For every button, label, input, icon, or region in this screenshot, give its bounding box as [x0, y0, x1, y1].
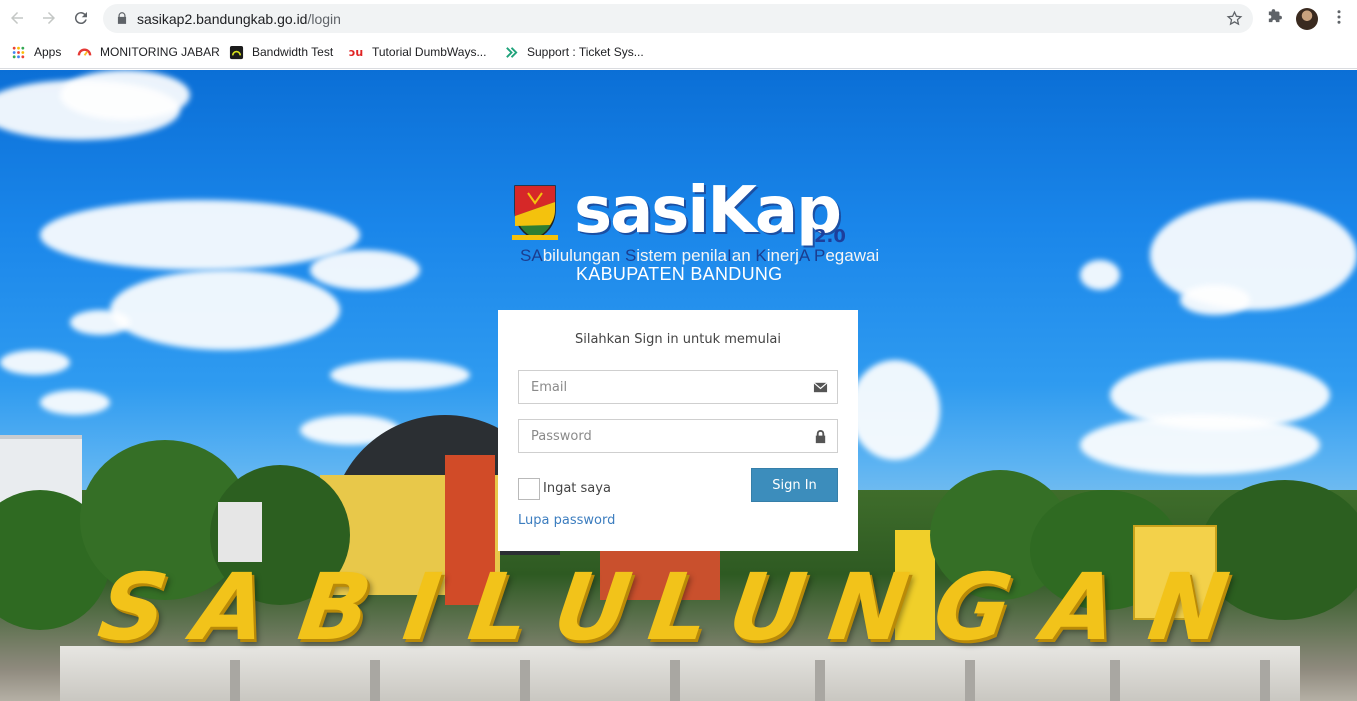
monument-letter: N: [822, 554, 915, 661]
fence-post: [815, 660, 825, 701]
monument-letter: U: [722, 554, 813, 661]
url-text: sasikap2.bandungkab.go.id/login: [137, 11, 341, 27]
menu-kebab-icon[interactable]: [1330, 8, 1348, 26]
login-page: S A B I L U L U N G A N sasiKap 2.0 SAbi…: [0, 70, 1357, 701]
speedtest-icon: [228, 44, 244, 60]
cloud: [110, 270, 340, 350]
kabupaten-crest-icon: [512, 185, 558, 240]
remember-checkbox[interactable]: [518, 478, 540, 500]
cloud: [1080, 260, 1120, 290]
bookmark-label: Apps: [34, 45, 62, 59]
password-input[interactable]: [519, 420, 837, 452]
back-icon[interactable]: [6, 7, 28, 29]
gauge-icon: [76, 44, 92, 60]
monument-letter: U: [547, 554, 638, 661]
monument-letter: A: [1037, 554, 1124, 661]
cloud: [40, 200, 360, 270]
monument-letter: B: [292, 554, 378, 661]
bookmark-label: Bandwidth Test: [252, 45, 334, 59]
extensions-icon[interactable]: [1266, 8, 1283, 25]
bookmark-label: Tutorial DumbWays...: [372, 45, 487, 59]
monument-letter: N: [1142, 554, 1235, 661]
cloud: [330, 360, 470, 390]
reload-icon[interactable]: [70, 7, 92, 29]
cloud: [40, 390, 110, 415]
bookmark-bandwidth-test[interactable]: Bandwidth Test: [228, 43, 333, 61]
bookmark-star-icon[interactable]: [1226, 10, 1243, 27]
profile-avatar[interactable]: [1296, 8, 1318, 30]
lock-icon: [117, 12, 127, 24]
cloud: [1080, 415, 1320, 475]
fence-post: [1110, 660, 1120, 701]
browser-toolbar: sasikap2.bandungkab.go.id/login: [0, 0, 1357, 36]
forward-icon[interactable]: [38, 7, 60, 29]
fence-post: [370, 660, 380, 701]
sign-in-button[interactable]: Sign In: [751, 468, 838, 502]
password-field: [518, 419, 838, 453]
support-icon: [503, 44, 519, 60]
login-box: Silahkan Sign in untuk memulai Ingat say…: [498, 310, 858, 551]
logo-title: sasiKap: [574, 174, 842, 248]
cloud: [1150, 200, 1357, 310]
address-bar[interactable]: sasikap2.bandungkab.go.id/login: [103, 4, 1253, 33]
cloud: [60, 70, 190, 120]
bookmarks-bar: Apps MONITORING JABAR Bandwidth Test ɔu …: [0, 36, 1357, 69]
bookmark-dumbways[interactable]: ɔu Tutorial DumbWays...: [348, 43, 487, 61]
remember-label: Ingat saya: [543, 481, 611, 496]
bookmark-monitoring-jabar[interactable]: MONITORING JABAR: [76, 43, 220, 61]
cloud: [70, 310, 130, 335]
logo-subtitle: SAbilulungan Sistem penilaIan KinerjA Pe…: [520, 246, 880, 265]
bookmark-support-ticket[interactable]: Support : Ticket Sys...: [503, 43, 644, 61]
fence-post: [520, 660, 530, 701]
bookmark-label: MONITORING JABAR: [100, 45, 220, 59]
monument-letter: G: [927, 554, 1019, 661]
fence-post: [670, 660, 680, 701]
login-message: Silahkan Sign in untuk memulai: [574, 332, 782, 347]
envelope-icon: [813, 382, 828, 393]
bookmark-apps[interactable]: Apps: [10, 43, 61, 61]
email-field: [518, 370, 838, 404]
sasikap-logo: sasiKap 2.0 SAbilulungan Sistem penilaIa…: [502, 174, 879, 290]
fence-post: [965, 660, 975, 701]
forgot-password-link[interactable]: Lupa password: [518, 513, 615, 528]
apps-grid-icon: [10, 44, 26, 60]
email-input[interactable]: [519, 371, 837, 403]
billboard-left: [218, 502, 262, 562]
fence-post: [230, 660, 240, 701]
logo-region: KABUPATEN BANDUNG: [576, 264, 783, 284]
monument-letter: A: [187, 554, 274, 661]
logo-version: 2.0: [814, 226, 846, 247]
bookmark-label: Support : Ticket Sys...: [527, 45, 644, 59]
cloud: [310, 250, 420, 290]
fence-post: [1260, 660, 1270, 701]
cloud: [0, 350, 70, 375]
cloud: [1180, 285, 1250, 315]
lock-icon: [815, 429, 826, 444]
cloud: [850, 360, 940, 460]
dumbways-icon: ɔu: [348, 45, 364, 59]
